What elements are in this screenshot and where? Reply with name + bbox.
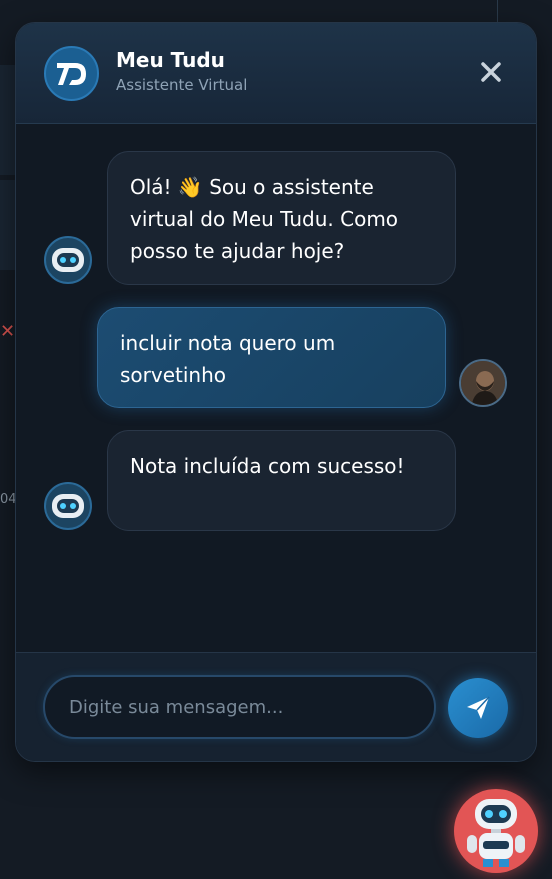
chat-launcher-button[interactable] [454, 789, 538, 873]
logo-icon [56, 62, 86, 85]
chat-subtitle: Assistente Virtual [116, 76, 248, 94]
background-panel [0, 180, 16, 270]
robot-mascot-icon [467, 799, 525, 867]
chat-window: Meu Tudu Assistente Virtual Olá! 👋 Sou o… [15, 22, 537, 762]
background-panel [0, 65, 16, 175]
message-list: Olá! 👋 Sou o assistente virtual do Meu T… [16, 124, 536, 654]
message-composer [16, 652, 536, 761]
robot-icon [52, 248, 84, 272]
message-input[interactable] [43, 675, 436, 739]
paper-plane-icon [467, 696, 490, 719]
chat-title: Meu Tudu [116, 48, 225, 72]
bot-avatar [44, 236, 92, 284]
send-button[interactable] [448, 678, 508, 738]
message-bubble-bot: Nota incluída com sucesso! [107, 430, 456, 531]
user-photo [461, 361, 505, 405]
robot-icon [52, 494, 84, 518]
close-icon [481, 62, 501, 82]
background-delete-icon: ✕ [0, 321, 16, 342]
user-avatar [459, 359, 507, 407]
bot-avatar [44, 482, 92, 530]
message-bubble-user: incluir nota quero um sorvetinho [97, 307, 446, 408]
close-button[interactable] [480, 61, 502, 83]
meu-tudu-logo [44, 46, 99, 101]
chat-header: Meu Tudu Assistente Virtual [16, 23, 536, 124]
message-bubble-bot: Olá! 👋 Sou o assistente virtual do Meu T… [107, 151, 456, 285]
